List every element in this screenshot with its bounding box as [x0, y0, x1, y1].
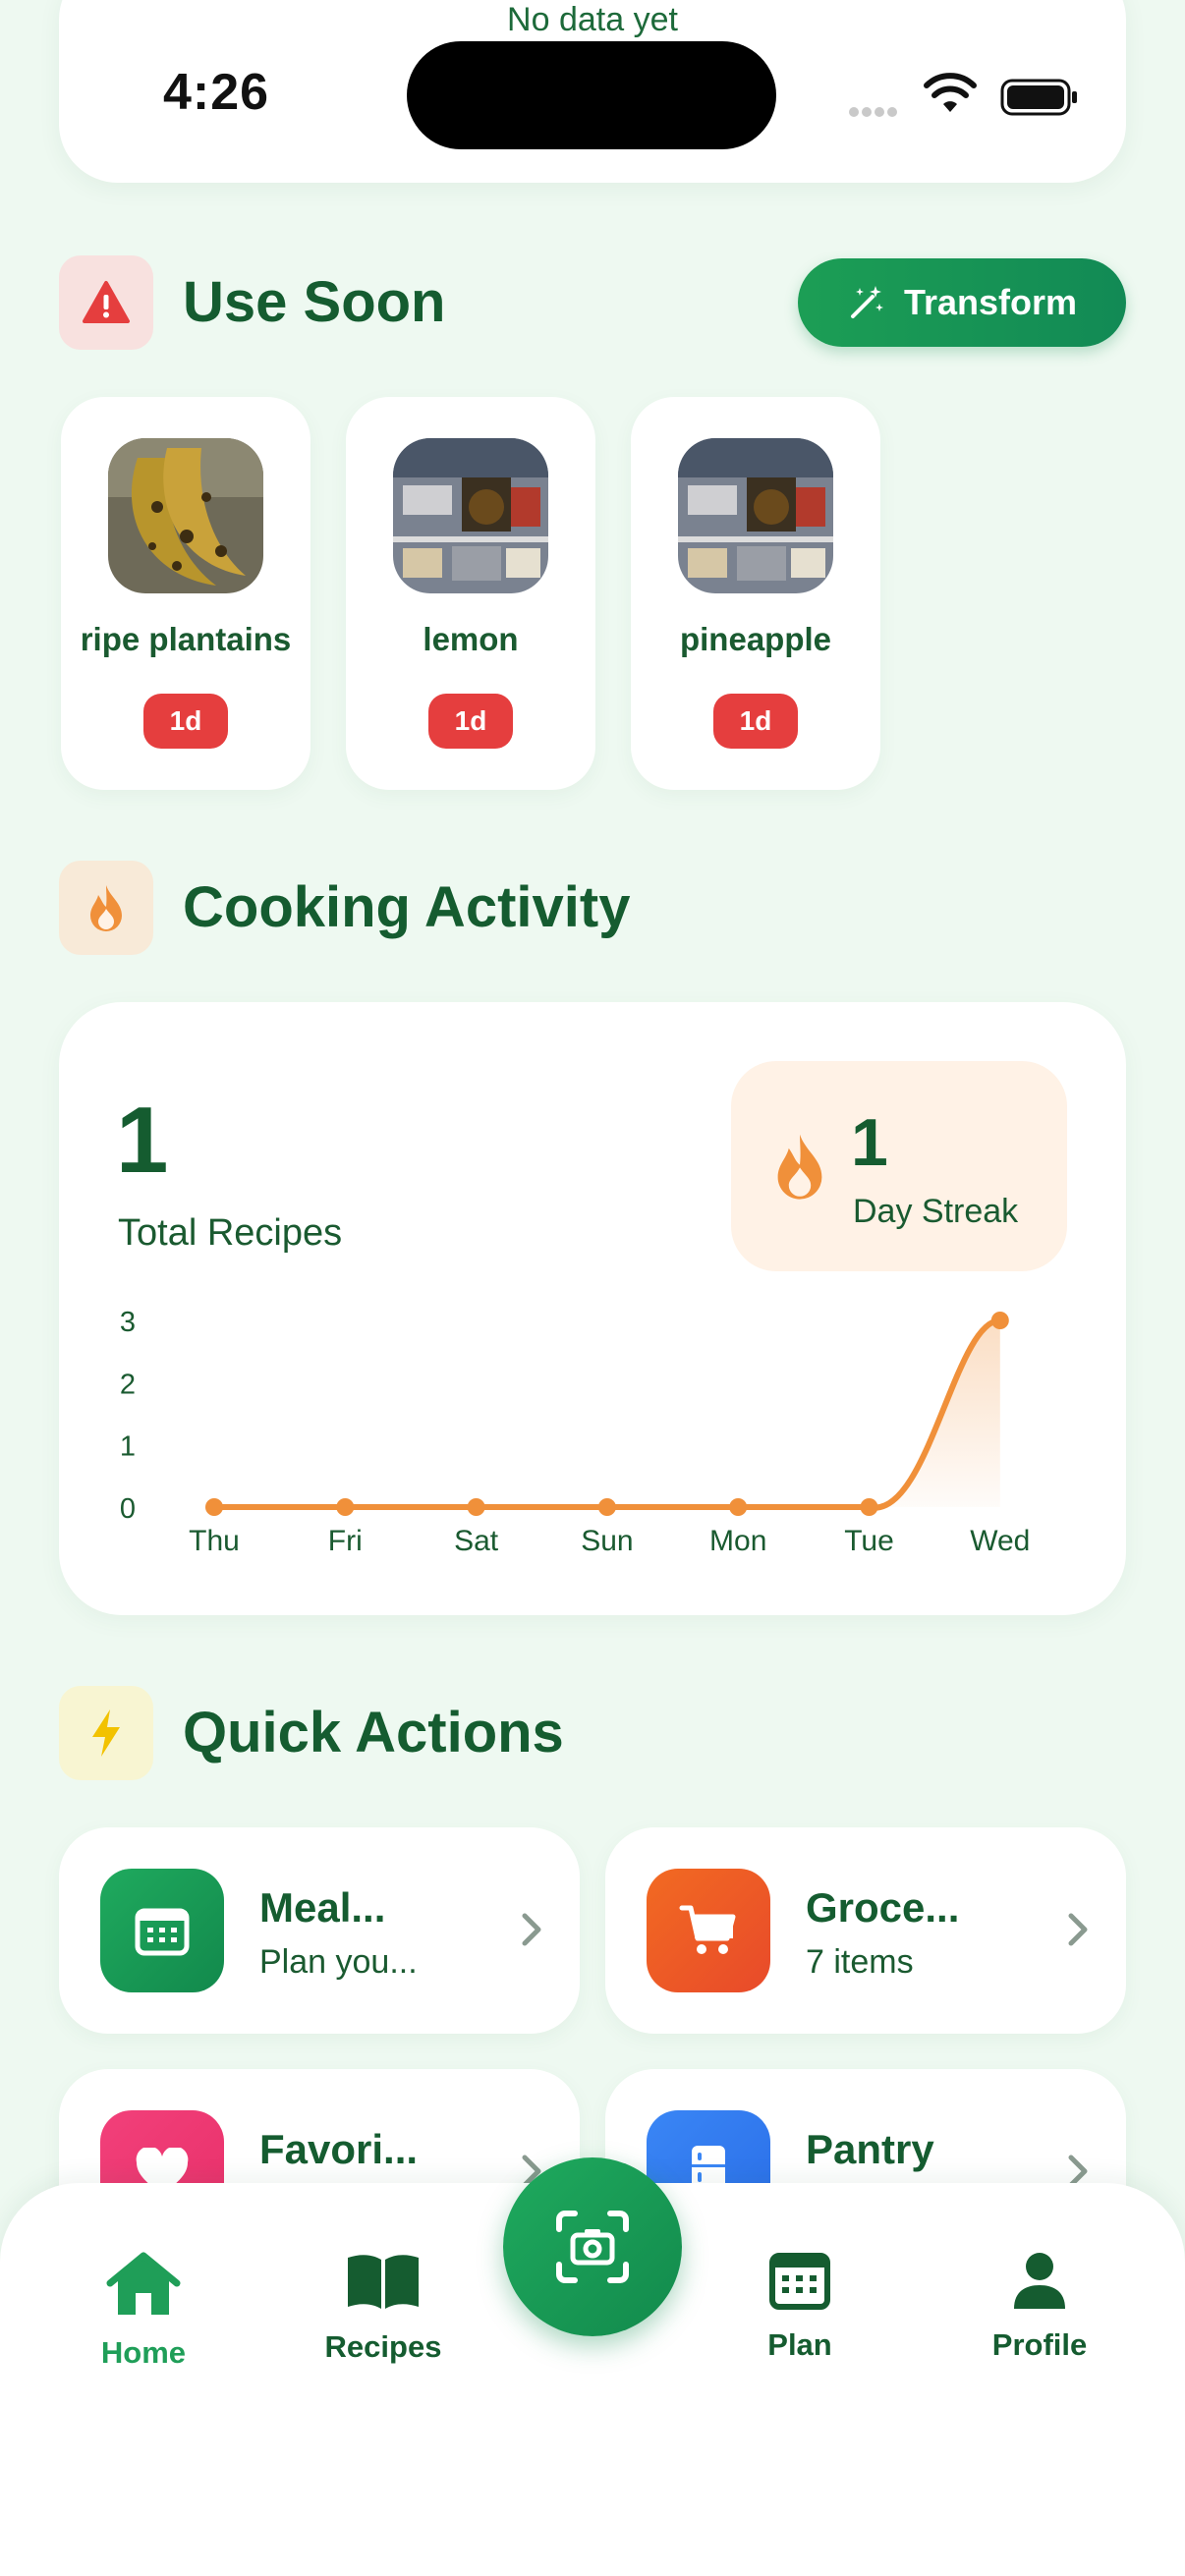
streak-value: 1 [851, 1105, 888, 1180]
flame-icon [777, 1134, 822, 1200]
warning-icon [59, 255, 153, 350]
scan-button[interactable] [503, 2157, 682, 2336]
calendar-icon [100, 1869, 224, 1992]
quick-action-subtitle: 7 items [806, 1943, 914, 1981]
streak-label: Day Streak [853, 1193, 1019, 1230]
item-name: pineapple [679, 621, 832, 657]
use-soon-item[interactable]: lemon 1d [346, 397, 595, 790]
fridge-photo [678, 438, 833, 593]
no-data-text: No data yet [507, 1, 678, 38]
chevron-right-icon [1068, 1913, 1088, 1946]
flame-icon [59, 861, 153, 955]
expiry-badge: 1d [143, 694, 228, 749]
chevron-right-icon [522, 1913, 541, 1946]
item-name: lemon [423, 621, 519, 657]
wifi-icon [924, 73, 977, 112]
quick-action-title: Groce... [806, 1884, 960, 1931]
person-icon [1014, 2253, 1065, 2309]
nav-label: Plan [767, 2327, 832, 2362]
nav-home[interactable]: Home [45, 2250, 242, 2371]
quick-action-subtitle: Plan you... [259, 1943, 418, 1981]
total-recipes-value: 1 [116, 1088, 169, 1193]
transform-label: Transform [903, 282, 1078, 322]
camera-scan-icon [556, 2211, 629, 2283]
quick-action-grocery[interactable]: Groce... 7 items [605, 1827, 1126, 2034]
status-time: 4:26 [163, 64, 270, 121]
home-icon [106, 2252, 181, 2315]
nav-label: Recipes [324, 2329, 442, 2364]
lightning-icon [59, 1686, 153, 1780]
quick-action-meal-plan[interactable]: Meal... Plan you... [59, 1827, 580, 2034]
total-recipes-label: Total Recipes [118, 1212, 343, 1254]
nav-recipes[interactable]: Recipes [285, 2250, 481, 2365]
use-soon-item[interactable]: pineapple 1d [631, 397, 880, 790]
book-icon [348, 2255, 419, 2309]
use-soon-title: Use Soon [183, 270, 446, 334]
transform-button[interactable]: Transform [798, 258, 1126, 347]
battery-icon [1000, 79, 1077, 116]
expiry-badge: 1d [428, 694, 513, 749]
dynamic-island [407, 41, 776, 149]
fridge-photo [393, 438, 548, 593]
cooking-activity-title: Cooking Activity [183, 875, 631, 939]
nav-label: Home [100, 2335, 187, 2370]
nav-profile[interactable]: Profile [941, 2250, 1138, 2363]
use-soon-item[interactable]: ripe plantains 1d [61, 397, 310, 790]
nav-plan[interactable]: Plan [702, 2250, 898, 2363]
nav-label: Profile [991, 2327, 1088, 2362]
plantain-photo [108, 438, 263, 593]
calendar-icon [769, 2253, 830, 2310]
magic-wand-icon [850, 286, 883, 318]
expiry-badge: 1d [713, 694, 798, 749]
quick-action-title: Pantry [806, 2126, 934, 2172]
item-name: ripe plantains [80, 621, 292, 657]
quick-action-title: Favori... [259, 2126, 419, 2172]
cart-icon [647, 1869, 770, 1992]
quick-actions-title: Quick Actions [183, 1701, 564, 1764]
signal-icon [849, 104, 900, 122]
quick-action-title: Meal... [259, 1884, 386, 1931]
